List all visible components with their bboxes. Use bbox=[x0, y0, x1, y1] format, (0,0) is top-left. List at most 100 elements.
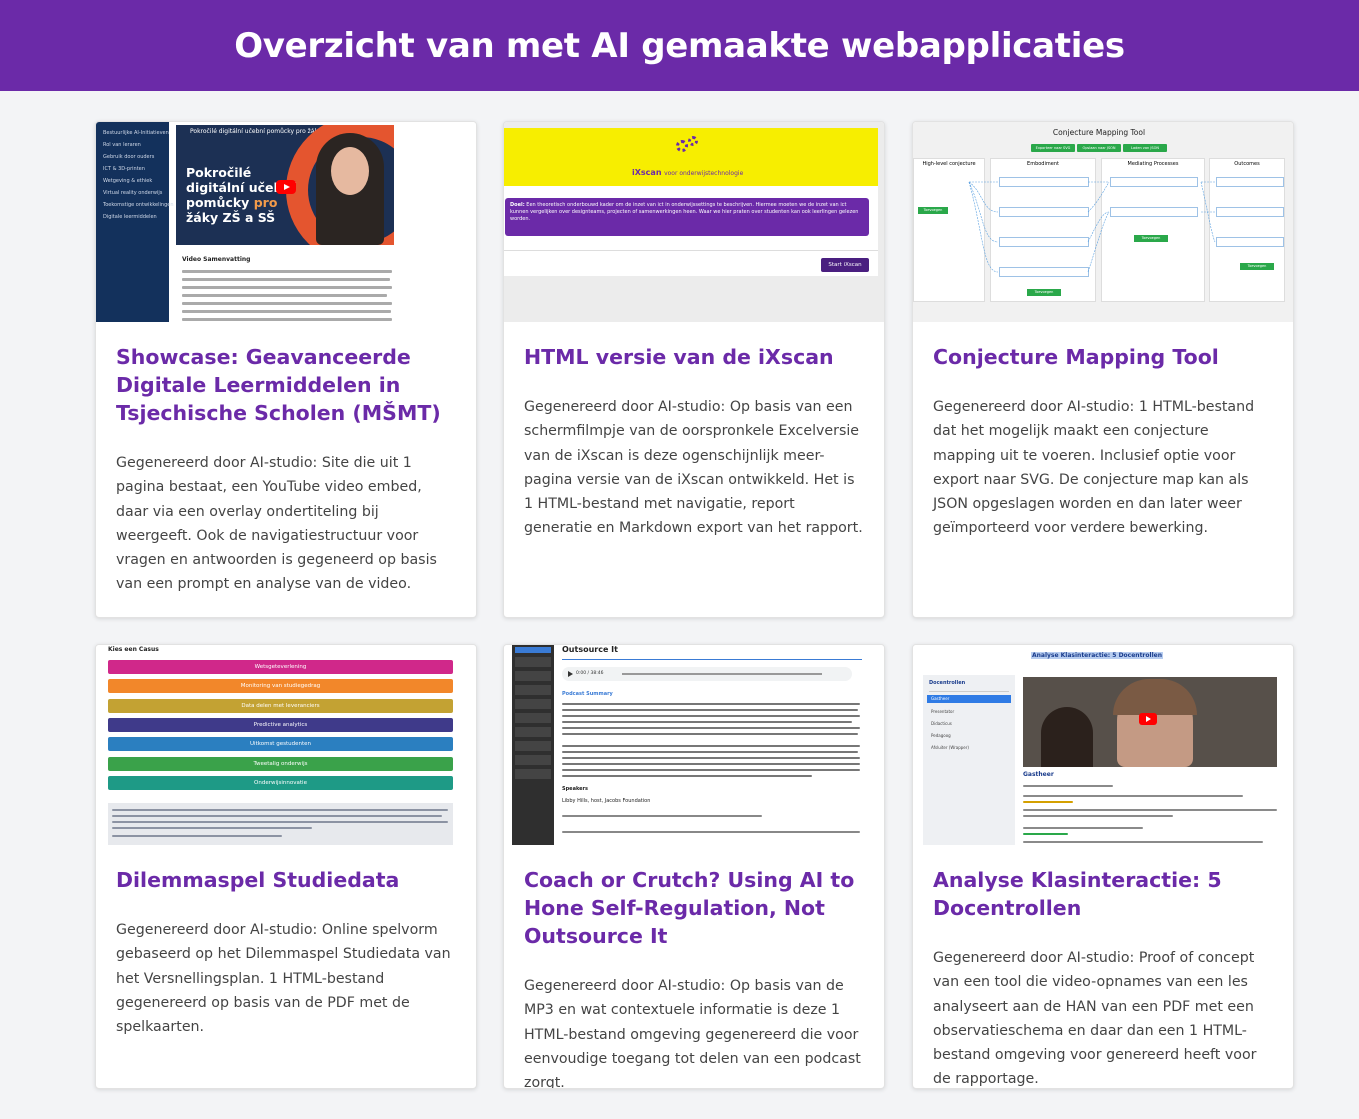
thumb-sidebar-item: Gebruik door ouders bbox=[103, 154, 155, 160]
text-line bbox=[1023, 795, 1243, 797]
thumb-role-sidebar: Docentrollen Gastheer Presentator Didact… bbox=[923, 675, 1015, 845]
audio-player[interactable]: 0:00 / 38:46 bbox=[562, 667, 852, 681]
text-line bbox=[1023, 801, 1073, 803]
role-item[interactable]: Pedagoog bbox=[931, 733, 951, 738]
text-line bbox=[562, 831, 860, 833]
goal-label: Doel: bbox=[510, 202, 525, 208]
divider bbox=[929, 691, 1009, 692]
card-description: Gegenereerd door AI-studio: Site die uit… bbox=[116, 455, 437, 593]
sidebar-item[interactable] bbox=[515, 685, 551, 695]
app-card-podcast[interactable]: Outsource It 0:00 / 38:46 Podcast Summar… bbox=[503, 644, 885, 1089]
card-title[interactable]: Analyse Klasinteractie: 5 Docentrollen bbox=[933, 866, 1273, 922]
play-icon[interactable] bbox=[276, 180, 296, 194]
text-line bbox=[182, 286, 392, 289]
case-button[interactable]: Tweetalig onderwijs bbox=[108, 756, 453, 771]
sidebar-item[interactable] bbox=[515, 671, 551, 681]
text-line bbox=[182, 294, 387, 297]
card-description: Gegenereerd door AI-studio: Online spelv… bbox=[116, 922, 451, 1036]
text-line bbox=[112, 827, 312, 829]
thumb-poster-face bbox=[331, 147, 369, 195]
card-thumbnail: Bestuurlijke AI-Initiatieven Rol van ler… bbox=[96, 122, 476, 322]
app-card-conjecture[interactable]: Conjecture Mapping Tool Exporteer naar S… bbox=[912, 121, 1294, 618]
poster-line-1: Pokročilé bbox=[186, 165, 252, 180]
thumb-tagline: voor onderwijstechnologie bbox=[664, 170, 744, 177]
app-card-showcase[interactable]: Bestuurlijke AI-Initiatieven Rol van ler… bbox=[95, 121, 477, 618]
text-line bbox=[1023, 841, 1263, 843]
start-ixscan-button[interactable]: Start iXscan bbox=[821, 258, 869, 272]
text-line bbox=[562, 715, 860, 717]
case-button[interactable]: Wetsgeteverlening bbox=[108, 660, 453, 674]
play-icon[interactable] bbox=[568, 671, 573, 677]
thumb-video-person-dark bbox=[1041, 707, 1093, 767]
text-line bbox=[562, 757, 860, 759]
text-line bbox=[562, 703, 860, 705]
text-line bbox=[562, 751, 858, 753]
card-title[interactable]: Showcase: Geavanceerde Digitale Leermidd… bbox=[116, 343, 456, 427]
thumb-header: Analyse Klasinteractie: 5 Docentrollen bbox=[1031, 652, 1163, 659]
card-title[interactable]: Dilemmaspel Studiedata bbox=[116, 866, 456, 894]
thumb-sidebar bbox=[512, 645, 554, 845]
thumb-connector-lines bbox=[968, 181, 1216, 273]
app-card-dilemmaspel[interactable]: Kies een Casus Wetsgeteverlening Monitori… bbox=[95, 644, 477, 1089]
play-icon[interactable] bbox=[1139, 713, 1157, 725]
role-item[interactable]: Didacticus bbox=[931, 721, 952, 726]
text-line bbox=[112, 835, 282, 837]
thumb-video-player: Pokročilé digitální učební pomůcky pro ž… bbox=[176, 125, 394, 245]
case-button[interactable]: Onderwijsinnovatie bbox=[108, 775, 453, 790]
thumb-poster-text: Pokročilé digitální učební pomůcky pro ž… bbox=[186, 165, 296, 225]
player-time: 0:00 / 38:46 bbox=[576, 671, 604, 676]
thumb-sidebar-item: Toekomstige ontwikkelingen bbox=[103, 202, 174, 208]
poster-line-3: pomůcky bbox=[186, 195, 250, 210]
sidebar-item[interactable] bbox=[515, 647, 551, 653]
thumb-divider bbox=[504, 250, 878, 251]
text-line bbox=[562, 733, 858, 735]
role-item-active[interactable]: Gastheer bbox=[927, 695, 1011, 703]
case-button[interactable]: Uitkomst gestudenten bbox=[108, 737, 453, 752]
text-line bbox=[562, 727, 860, 729]
player-progress[interactable] bbox=[622, 673, 822, 675]
speaker-name: Libby Hills, host, Jacobs Foundation bbox=[562, 798, 651, 804]
sidebar-title: Docentrollen bbox=[929, 680, 966, 686]
text-line bbox=[182, 302, 392, 305]
thumb-sidebar-item: Wetgeving & ethiek bbox=[103, 178, 153, 184]
sidebar-item[interactable] bbox=[515, 755, 551, 765]
case-button[interactable]: Monitoring van studiegedrag bbox=[108, 679, 453, 694]
card-thumbnail: Outsource It 0:00 / 38:46 Podcast Summar… bbox=[504, 645, 884, 845]
case-button[interactable]: Predictive analytics bbox=[108, 717, 453, 732]
page-title: Overzicht van met AI gemaakte webapplica… bbox=[234, 25, 1125, 66]
sidebar-item[interactable] bbox=[515, 699, 551, 709]
poster-pro: pro bbox=[253, 195, 278, 210]
sidebar-item[interactable] bbox=[515, 713, 551, 723]
page-header: Overzicht van met AI gemaakte webapplica… bbox=[0, 0, 1359, 91]
case-button[interactable]: Data delen met leveranciers bbox=[108, 698, 453, 713]
thumb-heading: Kies een Casus bbox=[108, 646, 159, 653]
app-card-ixscan[interactable]: iXscan voor onderwijstechnologie Doel: E… bbox=[503, 121, 885, 618]
text-line bbox=[1023, 809, 1277, 811]
role-item[interactable]: Presentator bbox=[931, 709, 954, 714]
card-title[interactable]: Coach or Crutch? Using AI to Hone Self-R… bbox=[524, 866, 864, 950]
card-thumbnail: Kies een Casus Wetsgeteverlening Monitori… bbox=[96, 645, 476, 845]
thumb-sidebar-item: Virtual reality onderwijs bbox=[103, 190, 163, 196]
card-title[interactable]: Conjecture Mapping Tool bbox=[933, 343, 1273, 371]
text-line bbox=[1023, 785, 1113, 787]
text-line bbox=[562, 709, 858, 711]
card-description: Gegenereerd door AI-studio: Op basis van… bbox=[524, 978, 861, 1089]
sidebar-item[interactable] bbox=[515, 657, 551, 667]
card-description: Gegenereerd door AI-studio: Op basis van… bbox=[524, 399, 863, 537]
text-line bbox=[182, 310, 391, 313]
text-line bbox=[562, 769, 860, 771]
thumb-video-frame bbox=[1023, 677, 1277, 767]
sidebar-item[interactable] bbox=[515, 769, 551, 779]
card-thumbnail: iXscan voor onderwijstechnologie Doel: E… bbox=[504, 122, 884, 322]
text-line bbox=[182, 318, 392, 321]
thumb-sidebar: Bestuurlijke AI-Initiatieven Rol van ler… bbox=[96, 122, 174, 322]
thumb-page-title: Outsource It bbox=[562, 645, 618, 654]
sidebar-item[interactable] bbox=[515, 727, 551, 737]
role-item[interactable]: Afsluiter (Wrapper) bbox=[931, 745, 969, 750]
app-card-klasinteractie[interactable]: Analyse Klasinteractie: 5 Docentrollen D… bbox=[912, 644, 1294, 1089]
sidebar-item[interactable] bbox=[515, 741, 551, 751]
text-line bbox=[562, 775, 812, 777]
card-thumbnail: Analyse Klasinteractie: 5 Docentrollen D… bbox=[913, 645, 1293, 845]
card-title[interactable]: HTML versie van de iXscan bbox=[524, 343, 864, 371]
text-line bbox=[112, 815, 442, 817]
